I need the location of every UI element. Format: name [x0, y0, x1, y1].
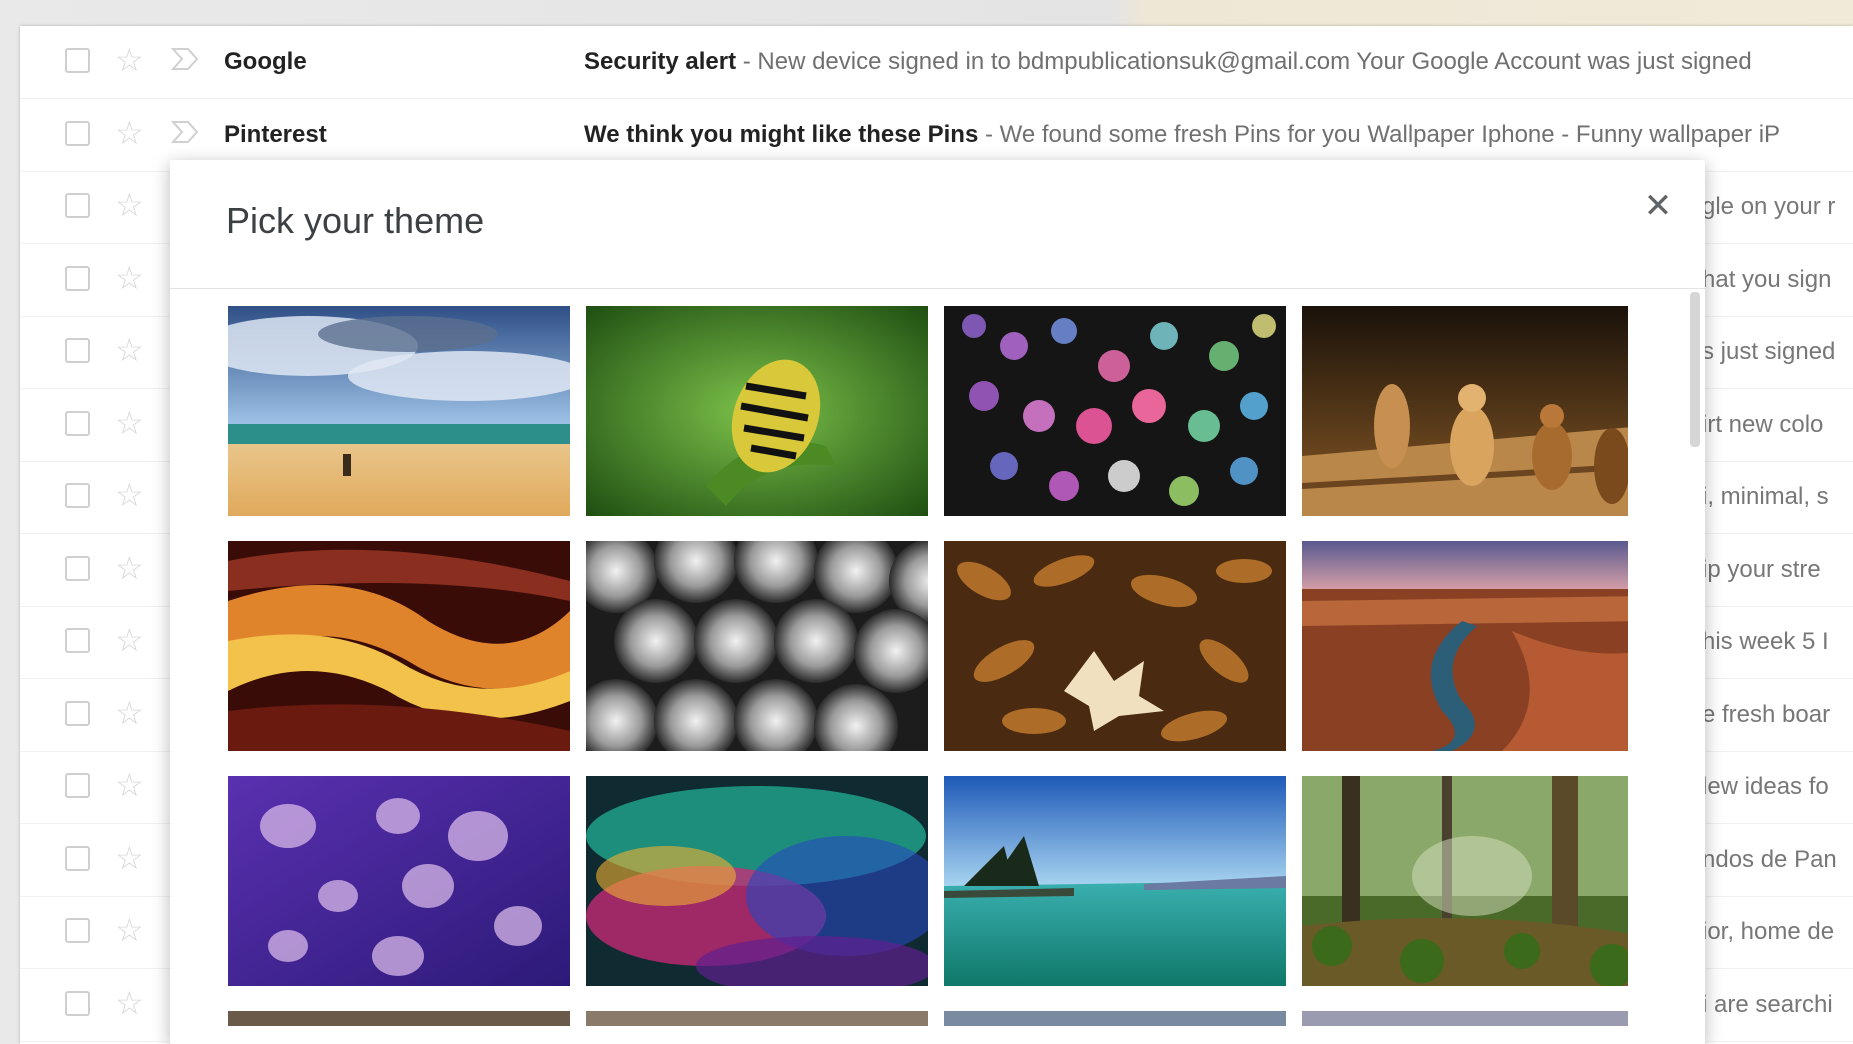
subject-text: We think you might like these Pins — [584, 120, 979, 148]
theme-tile-chess[interactable] — [1302, 306, 1628, 516]
select-checkbox[interactable] — [65, 483, 90, 508]
star-icon[interactable]: ☆ — [115, 693, 144, 733]
select-checkbox[interactable] — [65, 338, 90, 363]
snippet-fragment: ip your stre — [1702, 555, 1821, 583]
sender-name: Google — [224, 48, 307, 75]
theme-tile-forest[interactable] — [1302, 776, 1628, 986]
star-icon[interactable]: ☆ — [115, 403, 144, 443]
star-icon[interactable]: ☆ — [115, 548, 144, 588]
star-icon[interactable]: ☆ — [115, 113, 144, 153]
email-row[interactable]: ☆ Google Security alert - New device signe… — [20, 26, 1853, 99]
star-icon[interactable]: ☆ — [115, 185, 144, 225]
theme-tile-bokeh[interactable] — [944, 306, 1286, 516]
theme-tile-leaves[interactable] — [944, 541, 1286, 751]
theme-grid — [228, 306, 1628, 1026]
star-icon[interactable]: ☆ — [115, 330, 144, 370]
theme-tile-pipes[interactable] — [586, 541, 928, 751]
sender-name: Pinterest — [224, 120, 327, 148]
theme-tile-canyon[interactable] — [228, 541, 570, 751]
snippet-fragment: hat you sign — [1702, 265, 1832, 293]
theme-tile-caterpillar[interactable] — [586, 306, 928, 516]
star-icon[interactable]: ☆ — [115, 258, 144, 298]
star-icon[interactable]: ☆ — [115, 765, 144, 805]
star-icon[interactable]: ☆ — [115, 983, 144, 1023]
snippet-fragment: ior, home de — [1702, 918, 1835, 945]
snippet-fragment: his week 5 I — [1702, 628, 1829, 655]
snippet-fragment: lew ideas fo — [1702, 773, 1829, 800]
select-checkbox[interactable] — [65, 265, 90, 291]
theme-dialog: Pick your theme ✕ — [170, 160, 1705, 1044]
star-icon[interactable]: ☆ — [115, 40, 144, 80]
snippet-text: - New device signed in to bdmpublication… — [736, 48, 1752, 75]
theme-tile-oil-slick[interactable] — [586, 776, 928, 986]
importance-marker-icon[interactable] — [170, 46, 200, 72]
select-checkbox[interactable] — [65, 120, 90, 146]
theme-tile-beach[interactable] — [228, 306, 570, 516]
snippet-fragment: gle on your r — [1702, 193, 1836, 220]
star-icon[interactable]: ☆ — [115, 910, 144, 950]
snippet-fragment: i are searchi — [1702, 990, 1833, 1018]
select-checkbox[interactable] — [65, 700, 90, 726]
theme-tile-row4-1[interactable] — [228, 1011, 570, 1026]
close-icon[interactable]: ✕ — [1638, 186, 1678, 226]
select-checkbox[interactable] — [65, 48, 90, 73]
scrollbar[interactable] — [1690, 292, 1700, 447]
select-checkbox[interactable] — [65, 773, 90, 798]
select-checkbox[interactable] — [65, 628, 90, 653]
subject-line: Security alert - New device signed in to… — [584, 48, 1853, 76]
select-checkbox[interactable] — [65, 990, 90, 1016]
theme-tile-row4-2[interactable] — [586, 1011, 928, 1026]
subject-line: We think you might like these Pins - We … — [584, 121, 1853, 149]
theme-tile-lake[interactable] — [944, 776, 1286, 986]
snippet-fragment: e fresh boar — [1702, 700, 1831, 728]
dialog-divider — [170, 288, 1705, 289]
star-icon[interactable]: ☆ — [115, 838, 144, 878]
theme-tile-jellyfish[interactable] — [228, 776, 570, 986]
snippet-fragment: ndos de Pan — [1702, 845, 1837, 873]
snippet-fragment: irt new colo — [1702, 410, 1824, 438]
theme-tile-row4-3[interactable] — [944, 1011, 1286, 1026]
snippet-text: - We found some fresh Pins for you Wallp… — [978, 120, 1781, 148]
select-checkbox[interactable] — [65, 845, 90, 871]
select-checkbox[interactable] — [65, 918, 90, 943]
select-checkbox[interactable] — [65, 410, 90, 436]
select-checkbox[interactable] — [65, 193, 90, 218]
theme-tile-row4-4[interactable] — [1302, 1011, 1628, 1026]
dialog-title: Pick your theme — [226, 200, 485, 241]
importance-marker-icon[interactable] — [170, 119, 200, 145]
select-checkbox[interactable] — [65, 555, 90, 581]
subject-text: Security alert — [584, 48, 737, 75]
snippet-fragment: i, minimal, s — [1702, 483, 1829, 510]
snippet-fragment: s just signed — [1702, 338, 1836, 365]
star-icon[interactable]: ☆ — [115, 475, 144, 515]
star-icon[interactable]: ☆ — [115, 620, 144, 660]
theme-tile-river-canyon[interactable] — [1302, 541, 1628, 751]
